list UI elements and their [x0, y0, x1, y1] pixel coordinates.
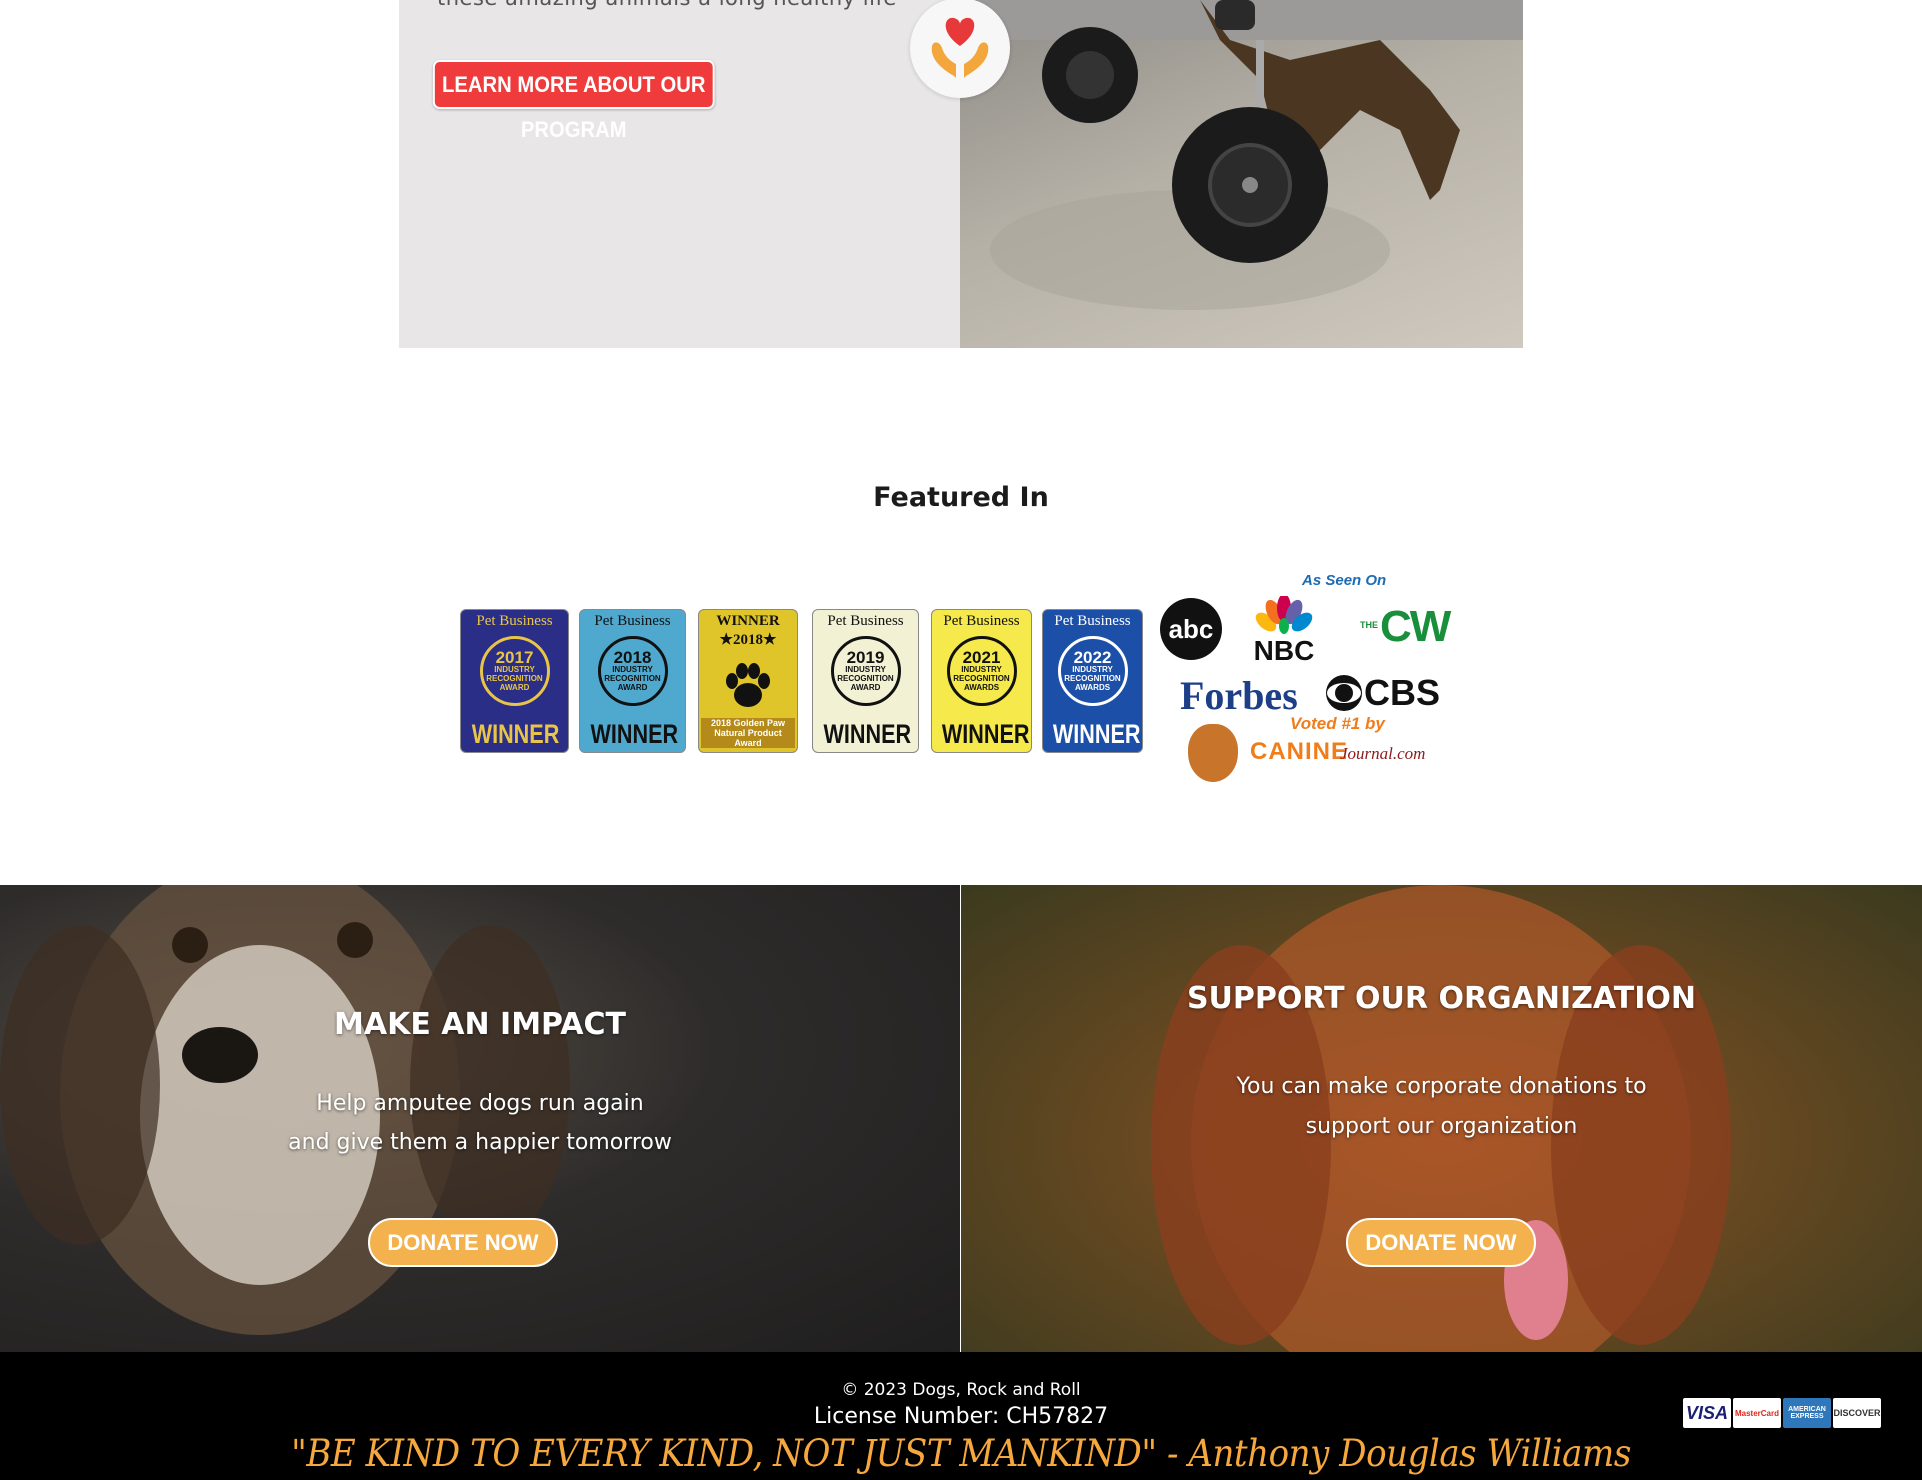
- badge-year: 2021: [962, 648, 1001, 667]
- laurel-wreath-icon: 2017 INDUSTRY RECOGNITION AWARD: [479, 636, 550, 706]
- badge-sub: INDUSTRY RECOGNITION AWARDS: [1064, 665, 1121, 692]
- visa-icon: VISA: [1683, 1398, 1731, 1428]
- badge-sub: 2018 Golden Paw Natural Product Award: [701, 718, 795, 748]
- badge-winner: WINNER: [823, 719, 912, 749]
- license-number: License Number: CH57827: [813, 1404, 1109, 1429]
- dog-face-icon: [1188, 724, 1238, 782]
- cbs-logo: CBS: [1324, 672, 1440, 714]
- support-line-2: support our organization: [1305, 1114, 1578, 1139]
- copyright-text: © 2023 Dogs, Rock and Roll: [841, 1380, 1081, 1400]
- mastercard-icon: MasterCard: [1733, 1398, 1781, 1428]
- laurel-wreath-icon: 2022 INDUSTRY RECOGNITION AWARDS: [1057, 636, 1128, 706]
- award-badge-2021: Pet Business 2021 INDUSTRY RECOGNITION A…: [931, 609, 1032, 753]
- badge-brand: Pet Business: [827, 613, 904, 629]
- program-section: these amazing animals a long healthy lif…: [399, 0, 1523, 348]
- dog-wheelchair-illustration: [960, 0, 1523, 310]
- footer-quote: "BE KIND TO EVERY KIND, NOT JUST MANKIND…: [291, 1432, 1631, 1475]
- award-badge-2022: Pet Business 2022 INDUSTRY RECOGNITION A…: [1042, 609, 1143, 753]
- abc-text: abc: [1168, 613, 1214, 644]
- cw-the-text: THE: [1360, 620, 1378, 630]
- laurel-wreath-icon: 2021 INDUSTRY RECOGNITION AWARDS: [946, 636, 1017, 706]
- cw-text: CW: [1380, 602, 1451, 651]
- badge-brand: Pet Business: [594, 613, 671, 629]
- badge-year: 2017: [495, 648, 534, 667]
- footer: © 2023 Dogs, Rock and Roll License Numbe…: [0, 1352, 1922, 1480]
- peacock-icon: [1255, 594, 1313, 634]
- program-tagline: these amazing animals a long healthy lif…: [437, 0, 897, 10]
- discover-icon: DISCOVER: [1833, 1398, 1881, 1428]
- badge-winner: WINNER: [590, 719, 679, 749]
- impact-line-2: and give them a happier tomorrow: [288, 1130, 672, 1155]
- cbs-eye-icon: [1326, 675, 1362, 711]
- support-line-1: You can make corporate donations to: [1236, 1074, 1647, 1099]
- badge-winner: WINNER: [1052, 719, 1141, 749]
- badge-brand: Pet Business: [943, 613, 1020, 629]
- badge-brand: Pet Business: [1054, 613, 1131, 629]
- canine-text: CANINE: [1250, 738, 1349, 765]
- voted-text: Voted #1 by: [1290, 714, 1385, 733]
- make-impact-section: MAKE AN IMPACT Help amputee dogs run aga…: [0, 885, 960, 1352]
- donate-now-button[interactable]: DONATE NOW: [368, 1218, 558, 1267]
- impact-title: MAKE AN IMPACT: [334, 1007, 626, 1042]
- paw-icon: [718, 655, 778, 715]
- learn-more-button[interactable]: LEARN MORE ABOUT OUR PROGRAM: [433, 60, 715, 142]
- support-title: SUPPORT OUR ORGANIZATION: [1186, 981, 1697, 1016]
- award-badge-2019: Pet Business 2019 INDUSTRY RECOGNITION A…: [812, 609, 919, 753]
- badge-year: 2022: [1073, 648, 1112, 667]
- cw-logo: THE CW: [1344, 602, 1452, 651]
- amex-icon: AMERICAN EXPRESS: [1783, 1398, 1831, 1428]
- badge-sub: INDUSTRY RECOGNITION AWARD: [486, 665, 543, 692]
- cbs-text: CBS: [1364, 672, 1441, 713]
- payment-cards: VISA MasterCard AMERICAN EXPRESS DISCOVE…: [1683, 1398, 1881, 1428]
- journal-text: Journal.com: [1340, 744, 1426, 763]
- as-seen-on-label: As Seen On: [1302, 572, 1387, 589]
- impact-line-1: Help amputee dogs run again: [316, 1091, 644, 1116]
- featured-title: Featured In: [873, 482, 1049, 513]
- badge-sub: INDUSTRY RECOGNITION AWARD: [604, 665, 661, 692]
- laurel-wreath-icon: 2019 INDUSTRY RECOGNITION AWARD: [830, 636, 901, 706]
- badge-brand: Pet Business: [476, 613, 553, 629]
- nbc-logo: NBC: [1244, 594, 1324, 666]
- donate-now-button[interactable]: DONATE NOW: [1346, 1218, 1536, 1267]
- badge-winner: WINNER: [471, 719, 560, 749]
- badge-brand: WINNER ★2018★: [716, 613, 780, 648]
- support-organization-section: SUPPORT OUR ORGANIZATION You can make co…: [961, 885, 1922, 1352]
- badge-sub: INDUSTRY RECOGNITION AWARD: [837, 665, 894, 692]
- nbc-text: NBC: [1253, 635, 1315, 666]
- forbes-logo: Forbes: [1180, 673, 1298, 718]
- badge-year: 2019: [846, 648, 885, 667]
- as-seen-on-logos: As Seen On abc NBC THE CW Forbes CBS Vot…: [1158, 568, 1458, 788]
- laurel-wreath-icon: 2018 INDUSTRY RECOGNITION AWARD: [597, 636, 668, 706]
- award-badge-2018: Pet Business 2018 INDUSTRY RECOGNITION A…: [579, 609, 686, 753]
- badge-sub: INDUSTRY RECOGNITION AWARDS: [953, 665, 1010, 692]
- award-badge-golden-paw: WINNER ★2018★ 2018 Golden Paw Natural Pr…: [698, 609, 798, 753]
- dog-wheelchair-photo: [960, 0, 1523, 348]
- abc-logo: abc: [1160, 598, 1222, 660]
- award-badge-2017: Pet Business 2017 INDUSTRY RECOGNITION A…: [460, 609, 569, 753]
- heart-hands-icon: [910, 0, 1010, 98]
- badge-year: 2018: [613, 648, 652, 667]
- badge-winner: WINNER: [941, 719, 1030, 749]
